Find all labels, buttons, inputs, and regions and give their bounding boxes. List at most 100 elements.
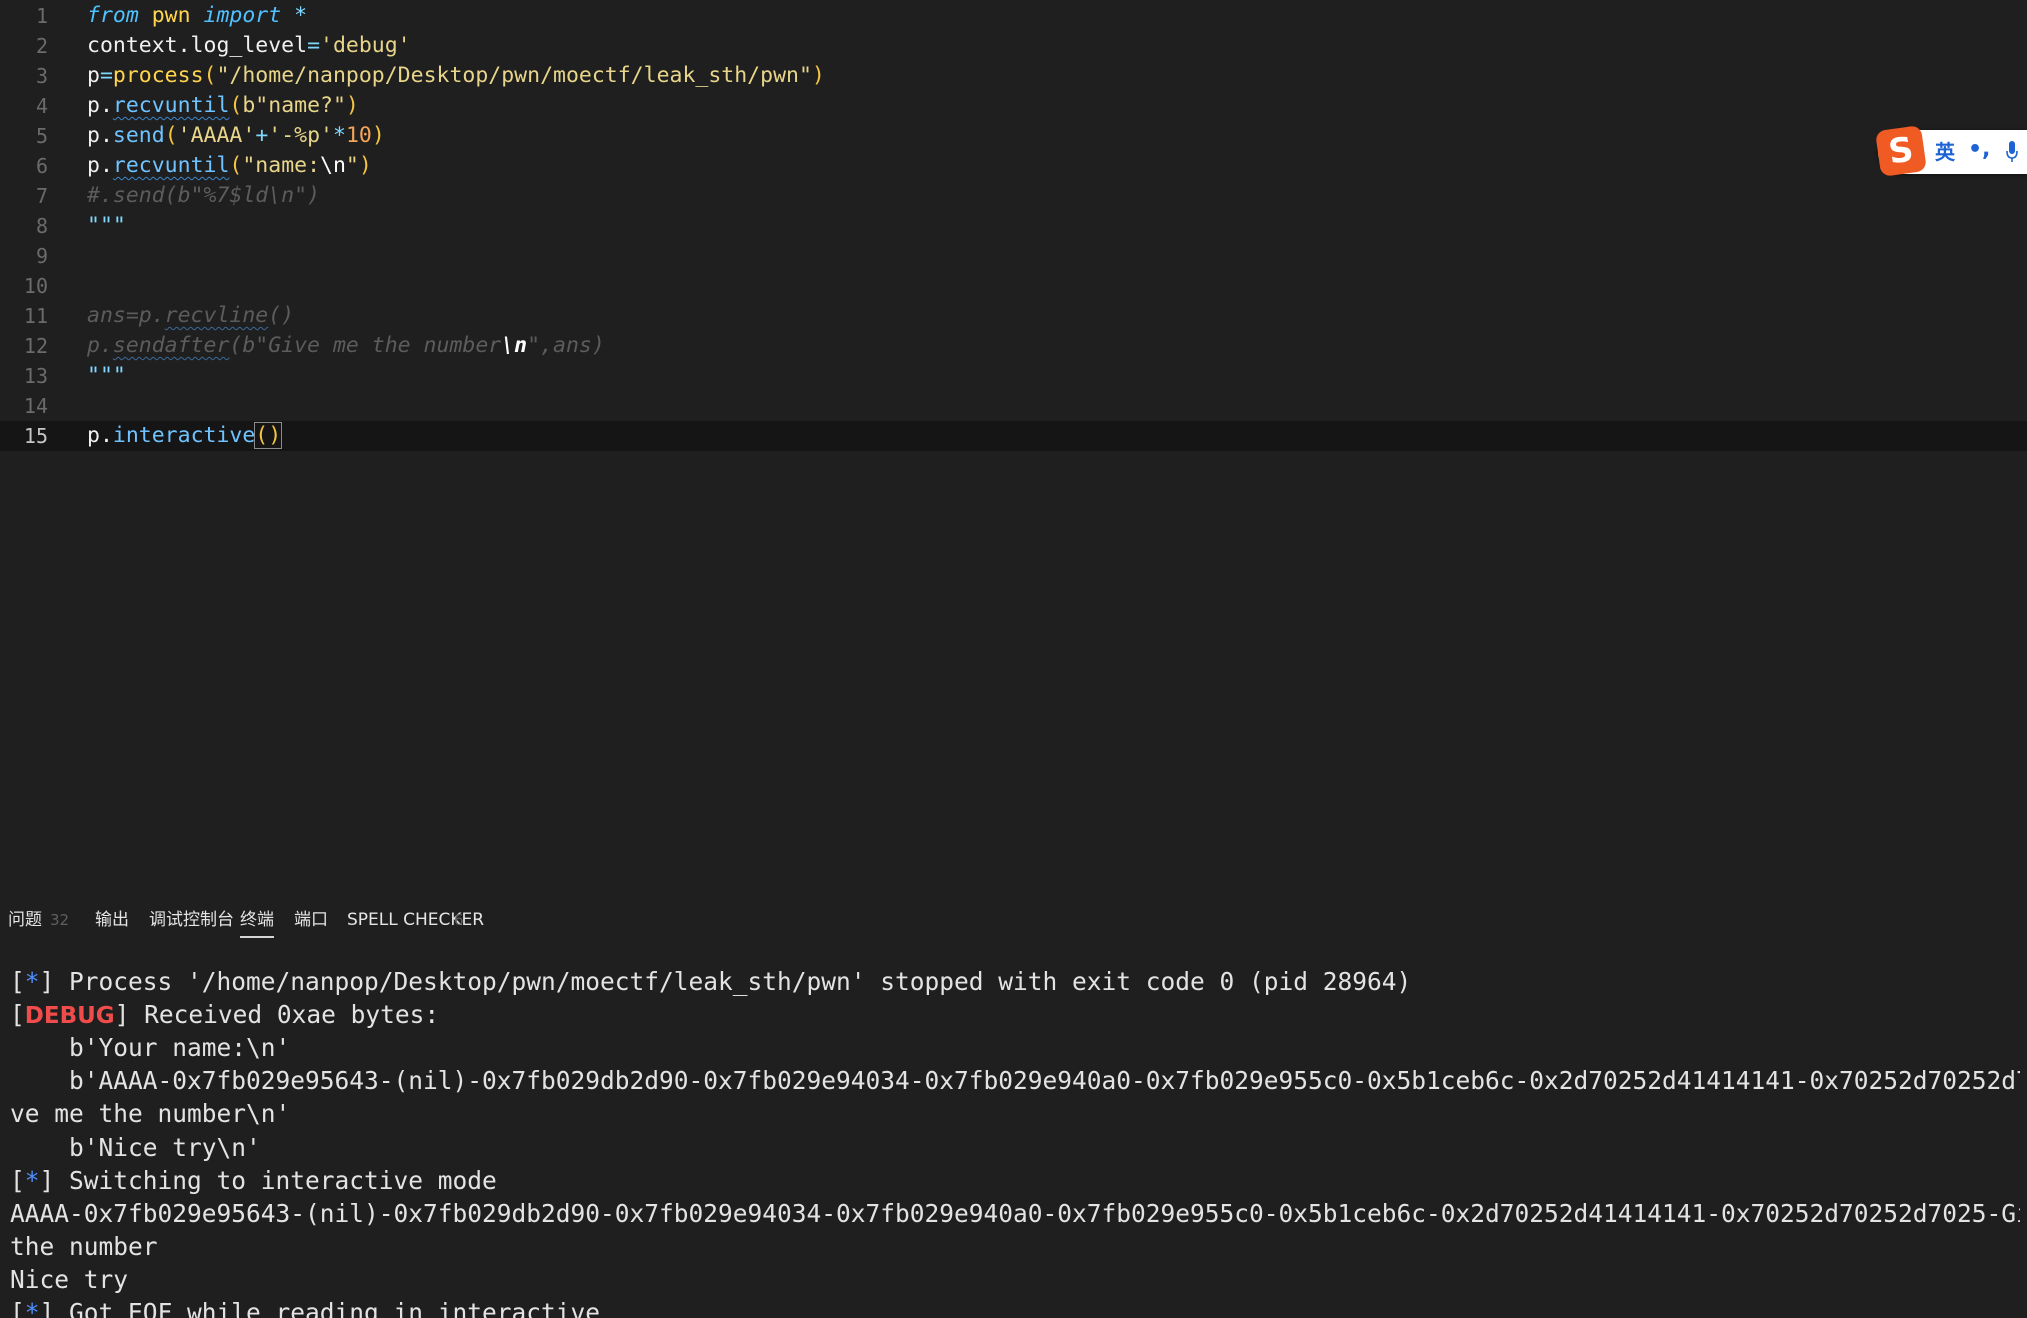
line-number: 12 bbox=[23, 334, 48, 358]
code-token: ) bbox=[358, 153, 372, 178]
terminal-text: b'AAAA-0x7fb029e95643-(nil)-0x7fb029db2d… bbox=[10, 1066, 2020, 1095]
tab-count-badge: 6 bbox=[454, 911, 464, 929]
code-token: #.send(b"%7$ld\n") bbox=[87, 183, 320, 208]
code-token: recvline bbox=[164, 303, 269, 328]
code-token: . bbox=[99, 153, 113, 178]
code-token: p. bbox=[87, 333, 113, 358]
editor-line[interactable]: 1 from pwn import * bbox=[0, 1, 2027, 31]
code-token: sendafter bbox=[112, 333, 230, 358]
editor-line[interactable]: 9 bbox=[0, 241, 2027, 271]
terminal-text: * bbox=[24, 1166, 40, 1195]
code-token: """ bbox=[87, 213, 126, 238]
editor-line[interactable]: 12 p.sendafter(b"Give me the number\n",an… bbox=[0, 331, 2027, 361]
code-text[interactable]: p.send('AAAA'+'-%p'*10) bbox=[87, 121, 385, 151]
editor-line[interactable]: 10 bbox=[0, 271, 2027, 301]
code-token: \n bbox=[501, 333, 528, 358]
code-token: context.log_level bbox=[87, 33, 308, 58]
editor-line[interactable]: 4 p.recvuntil(b"name?") bbox=[0, 91, 2027, 121]
microphone-icon[interactable] bbox=[2006, 141, 2018, 163]
code-token: "name: bbox=[242, 153, 321, 178]
code-token: 10 bbox=[345, 123, 372, 148]
editor-line[interactable]: 6 p.recvuntil("name:\n") bbox=[0, 151, 2027, 181]
code-token: ( bbox=[229, 153, 243, 178]
line-number: 3 bbox=[35, 64, 48, 88]
editor-line[interactable]: 7 #.send(b"%7$ld\n") bbox=[0, 181, 2027, 211]
code-text[interactable]: """ bbox=[87, 361, 126, 391]
code-token: = bbox=[307, 33, 321, 58]
ime-language-toggle[interactable]: 英 bbox=[1935, 130, 1955, 174]
code-token: * bbox=[333, 123, 346, 148]
terminal-text: b'Nice try\n' bbox=[10, 1133, 261, 1162]
code-text[interactable]: p.recvuntil(b"name?") bbox=[87, 91, 359, 121]
terminal-line: b'Your name:\n' bbox=[10, 1031, 290, 1064]
editor-line[interactable]: 13 """ bbox=[0, 361, 2027, 391]
code-text[interactable]: context.log_level='debug' bbox=[87, 31, 411, 61]
panel-tab[interactable]: 终端 bbox=[240, 900, 274, 940]
terminal-text: ] Got EOF while reading in interactive bbox=[39, 1298, 601, 1318]
line-number: 9 bbox=[35, 244, 48, 268]
line-number: 7 bbox=[35, 184, 48, 208]
terminal-line: b'AAAA-0x7fb029e95643-(nil)-0x7fb029db2d… bbox=[10, 1064, 2020, 1097]
panel-tab-bar: 问题 32 输出 调试控制台 终端 端口 SPELL CHECKER 6 bbox=[0, 900, 2027, 940]
ime-logo-icon[interactable]: S bbox=[1875, 125, 1927, 177]
terminal-text: [ bbox=[10, 1298, 25, 1318]
code-token: 'debug' bbox=[320, 33, 411, 58]
code-text[interactable]: ans=p.recvline() bbox=[87, 301, 294, 331]
code-token: recvuntil bbox=[112, 93, 230, 118]
code-token: ) bbox=[811, 63, 825, 88]
ime-punctuation-toggle[interactable]: •, bbox=[1968, 130, 1990, 170]
line-number: 11 bbox=[23, 304, 48, 328]
editor-line[interactable]: 5 p.send('AAAA'+'-%p'*10) bbox=[0, 121, 2027, 151]
code-token: p bbox=[87, 123, 100, 148]
editor-line[interactable]: 8 """ bbox=[0, 211, 2027, 241]
code-text[interactable]: p.interactive() bbox=[87, 421, 283, 451]
code-token: '-%p' bbox=[268, 123, 333, 148]
code-token: (b"Give me the number bbox=[229, 333, 502, 358]
editor-line[interactable]: 14 bbox=[0, 391, 2027, 421]
code-text[interactable]: p.sendafter(b"Give me the number\n",ans) bbox=[87, 331, 605, 361]
terminal-text: b'Your name:\n' bbox=[10, 1033, 291, 1062]
terminal-text: [ bbox=[10, 967, 25, 996]
code-token: () bbox=[268, 303, 295, 328]
code-text[interactable]: p.recvuntil("name:\n") bbox=[87, 151, 372, 181]
code-token: . bbox=[99, 93, 113, 118]
code-text[interactable]: """ bbox=[87, 211, 126, 241]
editor-line[interactable]: 15 p.interactive() bbox=[0, 421, 2027, 451]
code-token: ( bbox=[203, 63, 217, 88]
terminal-output[interactable]: [ * ] Process '/home/nanpop/Desktop/pwn/mo… bbox=[10, 965, 2020, 1318]
editor-line[interactable]: 11 ans=p.recvline() bbox=[0, 301, 2027, 331]
code-token: 'AAAA' bbox=[177, 123, 256, 148]
code-token: + bbox=[255, 123, 269, 148]
code-editor[interactable]: 1 from pwn import * 2 context.log_level='de… bbox=[0, 0, 2027, 880]
line-number: 2 bbox=[35, 34, 48, 58]
terminal-text: ] Received 0xae bytes: bbox=[114, 1000, 440, 1029]
code-token: = bbox=[99, 63, 113, 88]
code-text[interactable]: p=process("/home/nanpop/Desktop/pwn/moec… bbox=[87, 61, 825, 91]
line-number: 6 bbox=[35, 154, 48, 178]
line-number: 13 bbox=[23, 364, 48, 388]
code-text[interactable]: from pwn import * bbox=[87, 1, 307, 31]
terminal-text: AAAA-0x7fb029e95643-(nil)-0x7fb029db2d90… bbox=[10, 1199, 2020, 1228]
panel-tab[interactable]: 调试控制台 bbox=[149, 900, 234, 940]
editor-line[interactable]: 3 p=process("/home/nanpop/Desktop/pwn/moe… bbox=[0, 61, 2027, 91]
code-text[interactable]: #.send(b"%7$ld\n") bbox=[87, 181, 320, 211]
line-number: 5 bbox=[35, 124, 48, 148]
terminal-text: ] Process '/home/nanpop/Desktop/pwn/moec… bbox=[39, 967, 1412, 996]
editor-line[interactable]: 2 context.log_level='debug' bbox=[0, 31, 2027, 61]
panel-tab[interactable]: 输出 bbox=[95, 900, 129, 940]
code-token: "/home/nanpop/Desktop/pwn/moectf/leak_st… bbox=[216, 63, 812, 88]
code-token: ( bbox=[229, 93, 243, 118]
terminal-text: the number bbox=[10, 1232, 158, 1261]
panel-tab[interactable]: 问题 bbox=[8, 900, 42, 940]
terminal-line: AAAA-0x7fb029e95643-(nil)-0x7fb029db2d90… bbox=[10, 1197, 2020, 1230]
ime-toolbar[interactable]: S 英 •, bbox=[1875, 125, 2027, 177]
code-token: p bbox=[87, 93, 100, 118]
code-token: ( bbox=[164, 123, 178, 148]
code-token: b"name?" bbox=[242, 93, 346, 118]
panel-tab[interactable]: 端口 bbox=[294, 900, 328, 940]
line-number: 14 bbox=[23, 394, 48, 418]
terminal-line: Nice try bbox=[10, 1263, 128, 1296]
code-token: p bbox=[87, 63, 100, 88]
code-token: from bbox=[87, 3, 139, 28]
code-token: . bbox=[99, 123, 113, 148]
